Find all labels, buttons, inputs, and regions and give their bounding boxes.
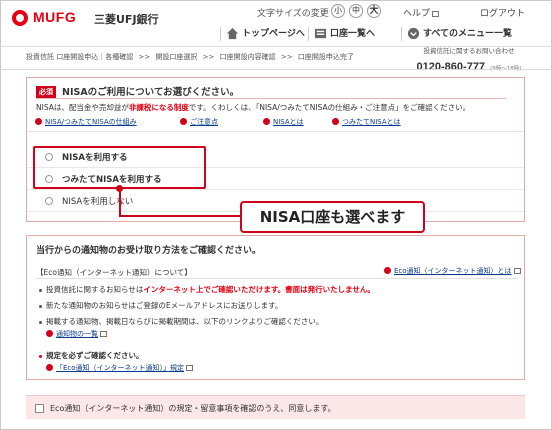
link-notice-list[interactable]: 通知物の一覧 [46,329,107,339]
contact-box: 投資信託に関するお問い合わせ 0120-860-777 (9時〜18時) [408,47,530,73]
desc-text: NISAは、配当金や売却益が [36,103,129,112]
logo-text: MUFG [33,9,77,25]
chevron-down-circle-icon [407,27,420,40]
circle-arrow-icon [332,117,339,125]
external-window-icon [186,365,194,371]
breadcrumb-separator: >> [138,53,151,61]
nav-top-page-label: トップページへ [242,29,305,39]
link-label: 通知物の一覧 [56,330,98,338]
circle-arrow-icon [384,266,391,274]
circle-arrow-icon [180,117,187,125]
help-link[interactable]: ヘルプ [403,6,440,19]
nisa-description: NISAは、配当金や売却益が非課税になる制度です。くわしくは、「NISA/つみた… [36,102,470,113]
required-badge: 必須 [36,86,56,98]
bullet-emphasis: インターネット上でご確認いただけます。書面は発行いたしません。 [143,285,375,294]
bank-name: 三菱UFJ銀行 [94,13,159,26]
bullet-text: 投資信託に関するお知らせは [46,285,144,294]
nav-all-menu-label: すべてのメニュー一覧 [423,29,513,39]
link-label: 「Eco通知（インターネット通知）」規定 [56,364,185,372]
font-size-label: 文字サイズの変更 [257,9,329,19]
eco-notice-subtitle: 【Eco通知（インターネット通知）について】 [36,268,192,277]
breadcrumb-step-3: 口座開設内容確認 [219,53,276,61]
agree-checkbox[interactable] [35,404,44,413]
notice-bullet: 掲載する通知物、掲載日ならびに掲載期間は、以下のリンクよりご確認ください。 [39,316,323,327]
notice-method-section: 当行からの通知物のお受け取り方法をご確認ください。 【Eco通知（インターネット… [26,235,525,380]
bullet-dot [39,304,42,308]
external-window-icon [100,331,107,337]
logout-link[interactable]: ログアウト [480,6,525,19]
contact-phone-number[interactable]: 0120-860-777 [417,61,486,73]
breadcrumb: 投資信託 口座開設申込｜各種確認 >> 開設口座選択 >> 口座開設内容確認 >… [26,52,357,62]
bullet-dot [39,354,42,358]
breadcrumb-separator: >> [202,53,215,61]
title-underline [36,98,506,99]
link-eco-notice-rules[interactable]: 「Eco通知（インターネット通知）」規定 [46,363,194,373]
link-what-is-eco-notice[interactable]: Eco通知（インターネット通知）とは [384,266,521,276]
link-label: NISA/つみたてNISAの仕組み [45,118,137,126]
option-label: NISAを利用しない [62,197,134,207]
circle-arrow-icon [35,117,42,125]
contact-line: 0120-860-777 (9時〜18時) [408,55,530,74]
breadcrumb-separator: >> [280,53,293,61]
notice-bullet: 新たな通知物のお知らせはご登録のEメールアドレスにお送りします。 [39,300,282,311]
link-what-is-tsumitate-nisa[interactable]: つみたてNISAとは [332,117,401,127]
mufg-logo-icon [12,10,28,26]
circle-arrow-icon [46,363,53,371]
notice-section-title: 当行からの通知物のお受け取り方法をご確認ください。 [36,246,262,256]
nav-account-list-button[interactable]: 口座一覧へ [310,25,375,43]
account-list-icon [314,28,327,39]
agreement-bar: Eco通知（インターネット通知）の規定・留意事項を確認のうえ、同意します。 [26,395,525,419]
nav-account-list-label: 口座一覧へ [330,29,376,39]
callout-label: NISA口座も選べます [240,201,425,233]
breadcrumb-step-2: 開設口座選択 [155,53,198,61]
callout-connector [119,190,121,216]
external-window-icon [432,10,440,17]
nisa-section-title: NISAのご利用についてお選びください。 [62,87,240,98]
link-label: つみたてNISAとは [342,118,401,126]
font-size-small-button[interactable]: 小 [331,4,345,18]
link-label: Eco通知（インターネット通知）とは [394,267,512,275]
link-nisa-mechanism[interactable]: NISA/つみたてNISAの仕組み [35,117,137,127]
nav-all-menu-button[interactable]: すべてのメニュー一覧 [403,25,512,43]
must-confirm-text: 規定を必ずご確認ください。 [46,351,144,360]
font-size-large-button[interactable]: 大 [367,4,381,18]
link-what-is-nisa[interactable]: NISAとは [263,117,304,127]
circle-arrow-icon [46,329,53,337]
divider [36,278,518,279]
link-label: ご注意点 [190,118,218,126]
bullet-text: 新たな通知物のお知らせはご登録のEメールアドレスにお送りします。 [46,301,283,310]
callout-connector [119,215,241,217]
help-label: ヘルプ [403,9,431,19]
notice-bullet: 投資信託に関するお知らせはインターネット上でご確認いただけます。書面は発行いたし… [39,284,375,295]
highlight-box [33,146,206,189]
nav-divider [220,27,221,41]
must-confirm-notice: 規定を必ずご確認ください。 [39,350,144,361]
nav-divider [401,27,402,41]
desc-emphasis: 非課税になる制度 [128,103,189,112]
home-icon [226,27,239,40]
nav-top-page-button[interactable]: トップページへ [222,25,305,43]
bullet-dot [39,320,42,324]
bullet-text: 掲載する通知物、掲載日ならびに掲載期間は、以下のリンクよりご確認ください。 [46,317,324,326]
bullet-dot [39,288,42,292]
circle-arrow-icon [263,117,270,125]
radio-no-nisa[interactable] [45,197,53,205]
divider [27,131,524,132]
font-size-medium-button[interactable]: 中 [349,4,363,18]
contact-label: 投資信託に関するお問い合わせ [423,47,515,55]
desc-text: です。くわしくは、「NISA/つみたてNISAの仕組み・ご注意点」をご確認くださ… [188,103,471,112]
link-precautions[interactable]: ご注意点 [180,117,218,127]
agree-label[interactable]: Eco通知（インターネット通知）の規定・留意事項を確認のうえ、同意します。 [50,403,336,414]
breadcrumb-step-1: 投資信託 口座開設申込｜各種確認 [26,53,134,61]
nav-divider [308,27,309,41]
breadcrumb-divider [0,69,552,70]
breadcrumb-step-4: 口座開設申込完了 [297,53,354,61]
link-label: NISAとは [273,118,304,126]
external-window-icon [513,268,521,274]
